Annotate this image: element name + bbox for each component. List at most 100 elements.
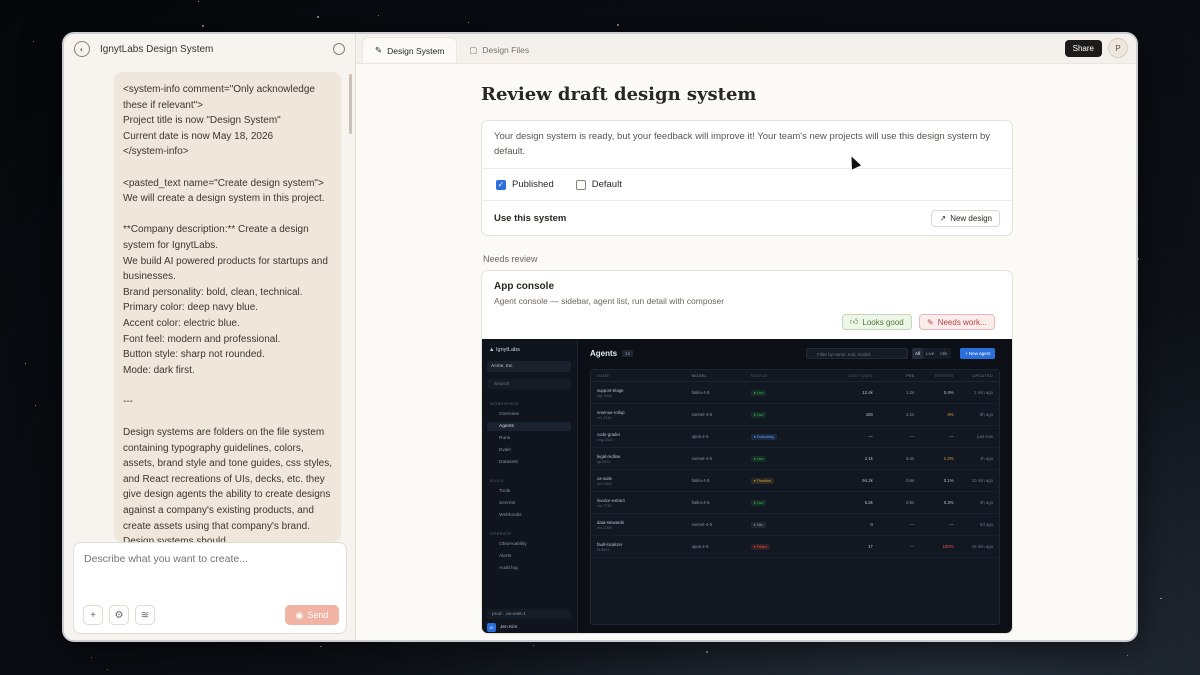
preview-nav-item-tools[interactable]: Tools	[487, 487, 571, 496]
agent-model: sonnet-4-5	[691, 456, 713, 461]
preview-nav-item-agents[interactable]: Agents	[487, 422, 571, 431]
agent-updated: 8h ago	[979, 412, 993, 417]
composer-input[interactable]	[84, 553, 324, 565]
logo-icon: ▲	[489, 347, 496, 353]
preview-search[interactable]: Search	[487, 379, 571, 389]
agent-errors: 0.4%	[943, 390, 954, 395]
star	[107, 668, 109, 670]
star	[617, 23, 620, 26]
comment-icon: ✎	[927, 317, 934, 327]
agent-name: code-grader cog-34c2	[597, 432, 692, 442]
preview-workspace-switcher[interactable]: Acme, Inc.	[487, 361, 571, 372]
preview-nav-item-secrets[interactable]: Secrets	[487, 499, 571, 508]
agent-cost: 94.2k	[862, 478, 873, 483]
gear-icon: ⚙	[114, 609, 124, 621]
preview-filter-input[interactable]: Filter by name, tool, model...	[806, 348, 908, 359]
agent-model: haiku-4-5	[691, 478, 710, 483]
chat-header: ◐ IgnytLabs Design System	[64, 34, 355, 64]
preview-nav-item-audit-log[interactable]: Audit log	[487, 564, 571, 573]
table-row[interactable]: fault-localizer flt-8k41 opus-4-5 ● Failed 1…	[591, 536, 999, 558]
column-header[interactable]: ERRORS	[914, 374, 953, 378]
segment-all[interactable]: All	[912, 348, 924, 359]
column-header[interactable]: COST (24H)	[822, 374, 873, 378]
preview-new-agent-button[interactable]: + New agent	[960, 348, 996, 359]
column-header[interactable]: NAME	[597, 374, 692, 378]
agent-cost: 12.4k	[862, 390, 873, 395]
table-row[interactable]: ca-suite act-19x5 haiku-4-5 ● Throttled 94.2…	[591, 470, 999, 492]
tab-design-files[interactable]: ▢ Design Files	[457, 37, 541, 63]
agent-p95: —	[909, 544, 915, 549]
preview-user[interactable]: JK Jen Kim	[487, 623, 517, 632]
agent-p95: 0.6s	[906, 478, 915, 483]
column-header[interactable]: STATUS	[751, 374, 822, 378]
send-label: Send	[307, 610, 329, 620]
published-checkbox[interactable]: ✓ Published	[496, 179, 554, 190]
star	[35, 405, 37, 407]
default-checkbox[interactable]: Default	[575, 179, 622, 190]
preview-nav-item-alerts[interactable]: Alerts	[487, 552, 571, 561]
tab-bar: ✎ Design System ▢ Design Files	[356, 34, 1136, 64]
voice-button[interactable]: ≋	[135, 605, 155, 625]
agent-p95: 4.1s	[906, 412, 915, 417]
checkbox-empty-icon	[575, 179, 586, 190]
avatar[interactable]: P	[1108, 38, 1128, 58]
app-console-preview[interactable]: ▲ IgnytLabs Acme, Inc. Search prod · us-…	[482, 339, 1012, 633]
preview-agents-table: NAME MODEL STATUS COST (24H) P95 ERRORS UPDATE…	[590, 369, 1000, 625]
new-design-button[interactable]: ↗ New design	[931, 209, 1000, 227]
agent-name: fault-localizer flt-8k41	[597, 542, 692, 552]
status-text: Throttled	[756, 478, 771, 483]
palette-icon[interactable]: ◐	[74, 41, 90, 57]
system-card: Your design system is ready, but your fe…	[481, 120, 1013, 236]
settings-button[interactable]: ⚙	[109, 605, 129, 625]
preview-title-text: Agents	[590, 349, 618, 358]
system-description: Your design system is ready, but your fe…	[482, 121, 1012, 169]
agent-errors: 100%	[942, 544, 954, 549]
agent-id: act-19x5	[597, 481, 612, 486]
preview-nav-item-runs[interactable]: Runs	[487, 434, 571, 443]
segment-live[interactable]: Live	[923, 348, 937, 359]
agent-model: haiku-4-5	[691, 500, 710, 505]
agent-model: haiku-4-5	[691, 390, 710, 395]
status-cell: ● Live	[750, 499, 822, 506]
column-header[interactable]: MODEL	[692, 374, 751, 378]
status-cell: ● Live	[750, 389, 822, 396]
tab-label: Design System	[387, 45, 445, 56]
table-row[interactable]: code-grader cog-34c2 opus-4-5 ● Evaluating —…	[591, 426, 999, 448]
segment-idle[interactable]: Idle	[937, 348, 950, 359]
chat-bubble-icon[interactable]	[333, 43, 345, 55]
table-row[interactable]: support-triage agt-39qb haiku-4-5 ● Live 12.…	[591, 382, 999, 404]
preview-count-badge: 12	[622, 350, 634, 357]
preview-nav-item-overview[interactable]: Overview	[487, 410, 571, 419]
tab-design-system[interactable]: ✎ Design System	[362, 37, 458, 63]
review-item-title: App console	[494, 281, 555, 292]
table-row[interactable]: legal-redline lgl-0h32 sonnet-4-5 ● Live 2.1…	[591, 448, 999, 470]
column-header[interactable]: P95	[873, 374, 914, 378]
preview-nav-item-datasets[interactable]: Datasets	[487, 458, 571, 467]
agent-id: inv-7732	[597, 503, 612, 508]
preview-user-name: Jen Kim	[500, 625, 518, 630]
table-row[interactable]: invoice-extract inv-7732 haiku-4-5 ● Live 5.…	[591, 492, 999, 514]
preview-nav-item-evals[interactable]: Evals	[487, 446, 571, 455]
status-cell: ● Evaluating	[750, 433, 822, 440]
agent-name: ca-suite act-19x5	[597, 476, 692, 486]
share-button[interactable]: Share	[1064, 40, 1102, 57]
status-cell: ● Failed	[750, 543, 822, 550]
needs-work-button[interactable]: ✎ Needs work...	[919, 314, 995, 330]
user-message-text: <system-info comment="Only acknowledge t…	[123, 84, 332, 542]
preview-nav-item-webhooks[interactable]: Webhooks	[487, 511, 571, 520]
add-attachment-button[interactable]: +	[83, 605, 103, 625]
agent-name: revenue-rollup rev-71fa	[597, 410, 692, 420]
agent-p95: 0.9s	[906, 500, 915, 505]
default-label: Default	[591, 179, 622, 190]
preview-nav-item-observability[interactable]: Observability	[487, 540, 571, 549]
user-message: <system-info comment="Only acknowledge t…	[114, 72, 341, 542]
send-button[interactable]: ◉ Send	[285, 605, 339, 625]
agent-cost: 0	[870, 522, 873, 527]
chat-scrollbar[interactable]	[349, 74, 352, 134]
table-row[interactable]: data-stewards dst-2298 sonnet-4-5 ● Idle 0— —…	[591, 514, 999, 536]
preview-brand: ▲ IgnytLabs	[489, 347, 520, 353]
table-row[interactable]: revenue-rollup rev-71fa sonnet-4-5 ● Live 42…	[591, 404, 999, 426]
agent-name-text: revenue-rollup	[597, 409, 625, 415]
column-header[interactable]: UPDATED	[954, 374, 993, 378]
looks-good-button[interactable]: 👍︎ Looks good	[842, 314, 912, 330]
